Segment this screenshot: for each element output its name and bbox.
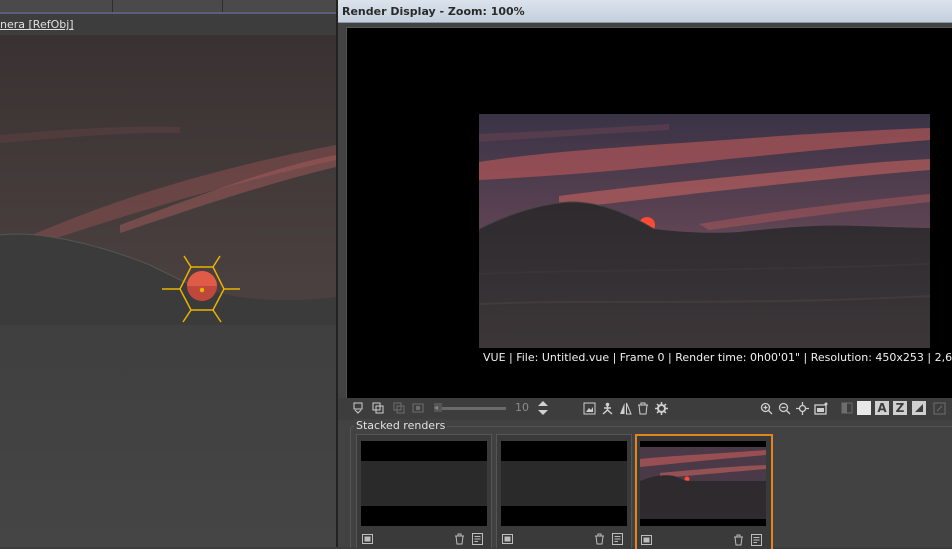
stack-size-spinner[interactable] bbox=[537, 399, 549, 417]
thumbnail-view-icon[interactable] bbox=[501, 533, 513, 545]
overlay-icon[interactable] bbox=[411, 401, 425, 415]
main-viewport-pane[interactable]: nera [RefObj] bbox=[0, 0, 336, 547]
render-toolbar: ◂ 10 A Z bbox=[338, 398, 952, 420]
save-image-icon[interactable] bbox=[582, 401, 596, 415]
render-display-title: Render Display - Zoom: 100% bbox=[342, 5, 525, 18]
viewport-header: nera [RefObj] bbox=[0, 14, 336, 35]
copy-icon[interactable] bbox=[371, 401, 385, 415]
stack-size-value[interactable]: 10 bbox=[515, 401, 533, 414]
thumbnail-image[interactable] bbox=[640, 441, 766, 526]
stack-size-slider[interactable] bbox=[434, 407, 506, 410]
export-icon[interactable] bbox=[600, 401, 614, 415]
thumbnail-image[interactable] bbox=[361, 441, 487, 526]
stack-size-slider-knob[interactable]: ◂ bbox=[434, 403, 442, 412]
thumbnail-image[interactable] bbox=[501, 441, 627, 526]
zoom-in-icon[interactable] bbox=[759, 401, 773, 415]
thumbnail-delete-icon[interactable] bbox=[453, 533, 465, 545]
fit-icon[interactable] bbox=[795, 401, 809, 415]
toolbar-separator bbox=[112, 0, 113, 12]
thumbnail-view-icon[interactable] bbox=[640, 534, 652, 546]
viewport-camera-title[interactable]: nera [RefObj] bbox=[0, 18, 74, 31]
thumbnail-notes-icon[interactable] bbox=[611, 533, 623, 545]
viewport-scene[interactable] bbox=[0, 35, 336, 547]
stacked-renders-title: Stacked renders bbox=[354, 419, 448, 432]
channel-alpha-icon[interactable]: A bbox=[875, 401, 889, 415]
mirror-icon[interactable] bbox=[618, 401, 632, 415]
stacked-render-thumbnail-selected[interactable] bbox=[635, 434, 773, 549]
fullscreen-icon[interactable] bbox=[814, 401, 828, 415]
thumbnail-notes-icon[interactable] bbox=[750, 534, 762, 546]
info-icon[interactable] bbox=[932, 401, 946, 415]
settings-icon[interactable] bbox=[654, 401, 668, 415]
thumbnail-delete-icon[interactable] bbox=[593, 533, 605, 545]
channel-rgb-icon[interactable] bbox=[840, 401, 854, 415]
post-process-icon[interactable] bbox=[912, 401, 926, 415]
rendered-image[interactable] bbox=[479, 114, 930, 348]
channel-white-icon[interactable] bbox=[857, 401, 871, 415]
thumbnail-delete-icon[interactable] bbox=[732, 534, 744, 546]
render-display-window: Render Display - Zoom: 100% VUE | File: … bbox=[338, 0, 952, 549]
stacked-render-thumbnail[interactable] bbox=[356, 434, 492, 548]
render-display-titlebar[interactable]: Render Display - Zoom: 100% bbox=[338, 0, 952, 23]
stack-icon[interactable] bbox=[351, 401, 365, 415]
stacked-render-thumbnail[interactable] bbox=[496, 434, 632, 548]
delete-icon[interactable] bbox=[636, 401, 650, 415]
channel-depth-icon[interactable]: Z bbox=[893, 401, 907, 415]
render-info-caption: VUE | File: Untitled.vue | Frame 0 | Ren… bbox=[483, 351, 952, 364]
viewport-top-toolbar bbox=[0, 0, 336, 14]
thumbnail-view-icon[interactable] bbox=[361, 533, 373, 545]
thumbnail-notes-icon[interactable] bbox=[471, 533, 483, 545]
compare-icon[interactable] bbox=[392, 401, 406, 415]
zoom-out-icon[interactable] bbox=[777, 401, 791, 415]
toolbar-separator bbox=[222, 0, 223, 12]
render-canvas[interactable]: VUE | File: Untitled.vue | Frame 0 | Ren… bbox=[346, 27, 952, 398]
